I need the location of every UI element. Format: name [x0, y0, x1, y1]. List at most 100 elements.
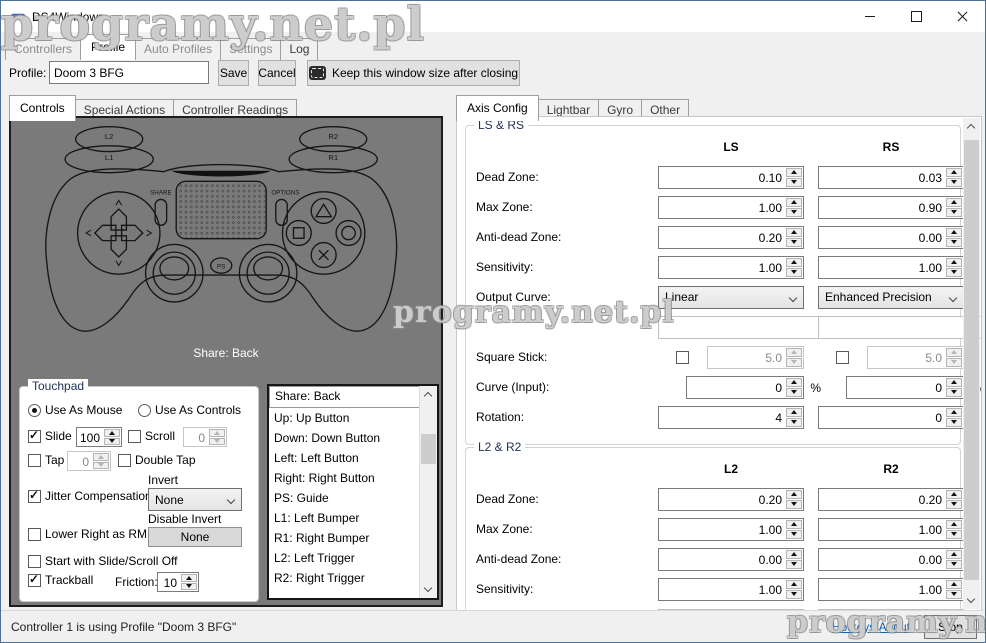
- spin-down[interactable]: [786, 590, 802, 599]
- scroll-up-icon[interactable]: [963, 118, 980, 135]
- scroll-checkbox[interactable]: Scroll: [128, 429, 175, 443]
- scroll-up-icon[interactable]: [420, 386, 437, 403]
- scroll-down-icon[interactable]: [420, 581, 437, 598]
- ls-custom-curve-input[interactable]: [658, 316, 823, 339]
- rs-anti-dead-zone-spinner[interactable]: 0.00: [818, 226, 964, 249]
- spin-up[interactable]: [946, 348, 962, 357]
- spin-down[interactable]: [786, 500, 802, 509]
- spin-down[interactable]: [946, 208, 962, 217]
- tab-profile[interactable]: Profile: [80, 34, 136, 60]
- controller-diagram[interactable]: L2 L1 R2 R1 SHARE OPTIONS: [11, 120, 441, 345]
- rs-max-zone-spinner[interactable]: 0.90: [818, 196, 964, 219]
- spin-up[interactable]: [181, 574, 197, 582]
- scroll-sensitivity-spinner[interactable]: 0: [183, 427, 227, 447]
- spin-up[interactable]: [786, 348, 802, 357]
- spin-down[interactable]: [946, 358, 962, 367]
- spin-down[interactable]: [786, 530, 802, 539]
- r2-max-zone-spinner[interactable]: 1.00: [818, 518, 964, 541]
- tap-sensitivity-spinner[interactable]: 0: [67, 451, 111, 471]
- disable-invert-button[interactable]: None: [148, 527, 242, 547]
- spin-up[interactable]: [946, 550, 962, 559]
- maximize-button[interactable]: [893, 1, 939, 32]
- ls-max-zone-spinner[interactable]: 1.00: [658, 196, 804, 219]
- cancel-button[interactable]: Cancel: [258, 60, 296, 86]
- list-item[interactable]: R1: Right Bumper: [269, 528, 420, 548]
- close-button[interactable]: [939, 1, 985, 32]
- spin-down[interactable]: [786, 208, 802, 217]
- rs-dead-zone-spinner[interactable]: 0.03: [818, 166, 964, 189]
- slide-checkbox[interactable]: Slide: [28, 429, 72, 443]
- spin-down[interactable]: [209, 438, 225, 446]
- spin-down[interactable]: [786, 358, 802, 367]
- spin-down[interactable]: [786, 388, 802, 397]
- tab-settings[interactable]: Settings: [220, 38, 281, 60]
- trackball-checkbox[interactable]: Trackball: [28, 573, 93, 587]
- slide-sensitivity-spinner[interactable]: 100: [76, 427, 122, 447]
- spin-up[interactable]: [946, 580, 962, 589]
- spin-down[interactable]: [786, 418, 802, 427]
- spin-up[interactable]: [93, 453, 109, 461]
- r2-dead-zone-spinner[interactable]: 0.20: [818, 488, 964, 511]
- minimize-button[interactable]: [847, 1, 893, 32]
- spin-up[interactable]: [786, 228, 802, 237]
- list-item[interactable]: PS: Guide: [269, 488, 420, 508]
- spin-up[interactable]: [946, 258, 962, 267]
- list-item[interactable]: Down: Down Button: [269, 428, 420, 448]
- scrollbar-thumb[interactable]: [964, 140, 979, 580]
- spin-down[interactable]: [946, 238, 962, 247]
- spin-down[interactable]: [786, 178, 802, 187]
- rs-sensitivity-spinner[interactable]: 1.00: [818, 256, 964, 279]
- scroll-down-icon[interactable]: [963, 592, 980, 609]
- tab-controls[interactable]: Controls: [9, 95, 76, 121]
- spin-down[interactable]: [786, 268, 802, 277]
- rs-curve-input-spinner[interactable]: 0: [846, 376, 964, 399]
- spin-down[interactable]: [946, 418, 962, 427]
- r2-anti-dead-zone-spinner[interactable]: 0.00: [818, 548, 964, 571]
- stop-button[interactable]: Stop: [924, 615, 977, 639]
- rs-rotation-spinner[interactable]: 0: [818, 406, 964, 429]
- jitter-compensation-checkbox[interactable]: Jitter Compensation: [28, 489, 152, 503]
- list-item[interactable]: L1: Left Bumper: [269, 508, 420, 528]
- ls-dead-zone-spinner[interactable]: 0.10: [658, 166, 804, 189]
- spin-down[interactable]: [181, 583, 197, 591]
- invert-dropdown[interactable]: None: [148, 488, 242, 511]
- list-item[interactable]: Up: Up Button: [269, 408, 420, 428]
- tab-controllers[interactable]: Controllers: [5, 38, 81, 60]
- double-tap-checkbox[interactable]: Double Tap: [118, 453, 196, 467]
- rs-output-curve-dropdown[interactable]: Enhanced Precision: [818, 286, 964, 309]
- spin-up[interactable]: [946, 520, 962, 529]
- rs-custom-curve-input[interactable]: [818, 316, 982, 339]
- spin-up[interactable]: [786, 580, 802, 589]
- spin-down[interactable]: [786, 238, 802, 247]
- spin-up[interactable]: [786, 408, 802, 417]
- spin-down[interactable]: [946, 500, 962, 509]
- list-scrollbar[interactable]: [419, 386, 437, 598]
- ls-anti-dead-zone-spinner[interactable]: 0.20: [658, 226, 804, 249]
- spin-down[interactable]: [104, 438, 120, 446]
- spin-down[interactable]: [786, 560, 802, 569]
- spin-up[interactable]: [786, 550, 802, 559]
- list-item[interactable]: Share: Back: [269, 386, 420, 408]
- ls-square-stick-spinner[interactable]: 5.0: [707, 346, 804, 369]
- r2-sensitivity-spinner[interactable]: 1.00: [818, 578, 964, 601]
- ls-output-curve-dropdown[interactable]: Linear: [658, 286, 804, 309]
- tab-auto-profiles[interactable]: Auto Profiles: [135, 38, 221, 60]
- ls-rotation-spinner[interactable]: 4: [658, 406, 804, 429]
- spin-down[interactable]: [946, 590, 962, 599]
- list-item[interactable]: L2: Left Trigger: [269, 548, 420, 568]
- use-as-mouse-radio[interactable]: Use As Mouse: [28, 403, 122, 417]
- l2-max-zone-spinner[interactable]: 1.00: [658, 518, 804, 541]
- spin-up[interactable]: [786, 520, 802, 529]
- tab-axis-config[interactable]: Axis Config: [456, 95, 539, 121]
- spin-down[interactable]: [946, 388, 962, 397]
- profile-name-input[interactable]: [49, 61, 209, 84]
- l2-dead-zone-spinner[interactable]: 0.20: [658, 488, 804, 511]
- spin-up[interactable]: [786, 490, 802, 499]
- list-item[interactable]: Right: Right Button: [269, 468, 420, 488]
- rs-square-stick-checkbox[interactable]: [836, 351, 849, 364]
- lower-right-rmb-checkbox[interactable]: Lower Right as RMB: [28, 527, 155, 541]
- spin-up[interactable]: [786, 168, 802, 177]
- spin-up[interactable]: [946, 198, 962, 207]
- spin-up[interactable]: [104, 429, 120, 437]
- l2-anti-dead-zone-spinner[interactable]: 0.00: [658, 548, 804, 571]
